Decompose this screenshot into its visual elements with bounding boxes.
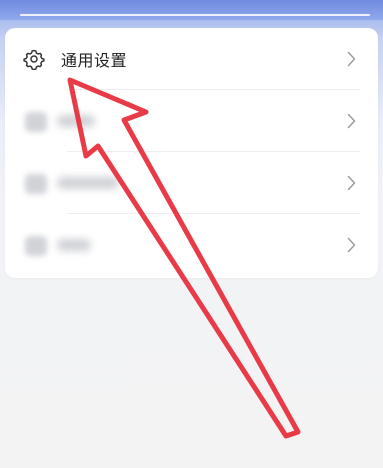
chevron-right-icon xyxy=(347,51,356,67)
blurred-icon xyxy=(25,236,47,256)
settings-item-blurred-1[interactable] xyxy=(5,90,378,152)
settings-item-blurred-2[interactable] xyxy=(5,152,378,214)
settings-item-general[interactable]: 通用设置 xyxy=(5,28,378,90)
blurred-icon xyxy=(25,112,47,132)
chevron-right-icon xyxy=(347,175,356,191)
chevron-right-icon xyxy=(347,237,356,253)
blurred-label xyxy=(57,115,95,127)
gear-icon xyxy=(23,49,45,70)
blurred-label xyxy=(57,177,119,189)
blurred-icon xyxy=(25,174,47,194)
chevron-right-icon xyxy=(347,113,356,129)
settings-item-general-label: 通用设置 xyxy=(61,51,128,70)
blurred-label xyxy=(57,239,91,251)
header-divider xyxy=(20,14,370,16)
settings-item-blurred-3[interactable] xyxy=(5,214,378,276)
header-background xyxy=(0,0,383,20)
settings-card: 通用设置 xyxy=(5,28,378,278)
